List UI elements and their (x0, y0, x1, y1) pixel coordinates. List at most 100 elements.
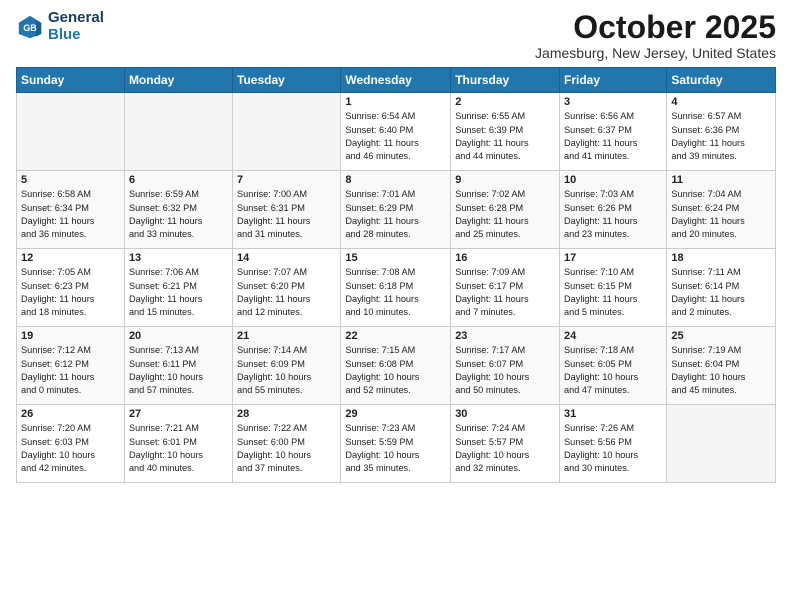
calendar-cell (17, 93, 125, 171)
calendar-cell: 17Sunrise: 7:10 AMSunset: 6:15 PMDayligh… (560, 249, 667, 327)
weekday-header-monday: Monday (124, 68, 232, 93)
day-info: Sunrise: 7:00 AMSunset: 6:31 PMDaylight:… (237, 188, 336, 241)
day-info: Sunrise: 7:11 AMSunset: 6:14 PMDaylight:… (671, 266, 771, 319)
day-number: 11 (671, 174, 771, 186)
day-info: Sunrise: 6:57 AMSunset: 6:36 PMDaylight:… (671, 110, 771, 163)
day-info: Sunrise: 6:56 AMSunset: 6:37 PMDaylight:… (564, 110, 662, 163)
day-number: 13 (129, 252, 228, 264)
calendar-cell: 9Sunrise: 7:02 AMSunset: 6:28 PMDaylight… (451, 171, 560, 249)
day-number: 16 (455, 252, 555, 264)
day-number: 4 (671, 96, 771, 108)
calendar-week-1: 1 Sunrise: 6:54 AMSunset: 6:40 PMDaylight… (17, 93, 776, 171)
day-number: 29 (345, 408, 446, 420)
calendar-week-4: 19Sunrise: 7:12 AMSunset: 6:12 PMDayligh… (17, 327, 776, 405)
logo-text: General Blue (48, 10, 104, 43)
calendar-cell: 18 Sunrise: 7:11 AMSunset: 6:14 PMDayligh… (667, 249, 776, 327)
calendar-cell (233, 93, 341, 171)
day-info: Sunrise: 7:19 AMSunset: 6:04 PMDaylight:… (671, 344, 771, 397)
day-number: 8 (345, 174, 446, 186)
day-info: Sunrise: 7:14 AMSunset: 6:09 PMDaylight:… (237, 344, 336, 397)
day-info: Sunrise: 7:04 AMSunset: 6:24 PMDaylight:… (671, 188, 771, 241)
calendar-cell: 22Sunrise: 7:15 AMSunset: 6:08 PMDayligh… (341, 327, 451, 405)
day-number: 17 (564, 252, 662, 264)
weekday-header-thursday: Thursday (451, 68, 560, 93)
calendar-cell: 13Sunrise: 7:06 AMSunset: 6:21 PMDayligh… (124, 249, 232, 327)
calendar-cell: 3Sunrise: 6:56 AMSunset: 6:37 PMDaylight… (560, 93, 667, 171)
svg-text:GB: GB (23, 23, 37, 33)
calendar-week-3: 12Sunrise: 7:05 AMSunset: 6:23 PMDayligh… (17, 249, 776, 327)
weekday-header-friday: Friday (560, 68, 667, 93)
calendar-cell: 8 Sunrise: 7:01 AMSunset: 6:29 PMDaylight… (341, 171, 451, 249)
day-info: Sunrise: 7:26 AMSunset: 5:56 PMDaylight:… (564, 422, 662, 475)
calendar-cell: 27 Sunrise: 7:21 AMSunset: 6:01 PMDayligh… (124, 405, 232, 483)
day-number: 25 (671, 330, 771, 342)
day-info: Sunrise: 7:05 AMSunset: 6:23 PMDaylight:… (21, 266, 120, 319)
location: Jamesburg, New Jersey, United States (535, 45, 776, 61)
day-number: 10 (564, 174, 662, 186)
calendar-cell (124, 93, 232, 171)
day-info: Sunrise: 7:22 AMSunset: 6:00 PMDaylight:… (237, 422, 336, 475)
logo: GB General Blue (16, 10, 104, 43)
day-info: Sunrise: 7:13 AMSunset: 6:11 PMDaylight:… (129, 344, 228, 397)
calendar-cell: 29 Sunrise: 7:23 AMSunset: 5:59 PMDayligh… (341, 405, 451, 483)
calendar-cell: 20 Sunrise: 7:13 AMSunset: 6:11 PMDayligh… (124, 327, 232, 405)
day-number: 30 (455, 408, 555, 420)
day-number: 5 (21, 174, 120, 186)
page-container: GB General Blue October 2025 Jamesburg, … (0, 0, 792, 493)
calendar-cell: 19Sunrise: 7:12 AMSunset: 6:12 PMDayligh… (17, 327, 125, 405)
calendar-cell: 23 Sunrise: 7:17 AMSunset: 6:07 PMDayligh… (451, 327, 560, 405)
calendar-cell: 14Sunrise: 7:07 AMSunset: 6:20 PMDayligh… (233, 249, 341, 327)
day-number: 1 (345, 96, 446, 108)
day-info: Sunrise: 7:15 AMSunset: 6:08 PMDaylight:… (345, 344, 446, 397)
day-number: 20 (129, 330, 228, 342)
day-number: 27 (129, 408, 228, 420)
day-number: 23 (455, 330, 555, 342)
weekday-header-wednesday: Wednesday (341, 68, 451, 93)
day-info: Sunrise: 7:01 AMSunset: 6:29 PMDaylight:… (345, 188, 446, 241)
day-info: Sunrise: 7:03 AMSunset: 6:26 PMDaylight:… (564, 188, 662, 241)
calendar-cell: 21 Sunrise: 7:14 AMSunset: 6:09 PMDayligh… (233, 327, 341, 405)
day-info: Sunrise: 7:24 AMSunset: 5:57 PMDaylight:… (455, 422, 555, 475)
day-number: 2 (455, 96, 555, 108)
calendar-cell: 30 Sunrise: 7:24 AMSunset: 5:57 PMDayligh… (451, 405, 560, 483)
day-info: Sunrise: 7:21 AMSunset: 6:01 PMDaylight:… (129, 422, 228, 475)
calendar-cell (667, 405, 776, 483)
weekday-header-sunday: Sunday (17, 68, 125, 93)
calendar-cell: 25 Sunrise: 7:19 AMSunset: 6:04 PMDayligh… (667, 327, 776, 405)
day-info: Sunrise: 7:08 AMSunset: 6:18 PMDaylight:… (345, 266, 446, 319)
day-number: 14 (237, 252, 336, 264)
calendar-cell: 24Sunrise: 7:18 AMSunset: 6:05 PMDayligh… (560, 327, 667, 405)
header: GB General Blue October 2025 Jamesburg, … (16, 10, 776, 61)
day-number: 9 (455, 174, 555, 186)
calendar-cell: 7 Sunrise: 7:00 AMSunset: 6:31 PMDaylight… (233, 171, 341, 249)
day-info: Sunrise: 7:09 AMSunset: 6:17 PMDaylight:… (455, 266, 555, 319)
calendar-cell: 2 Sunrise: 6:55 AMSunset: 6:39 PMDaylight… (451, 93, 560, 171)
calendar-cell: 12Sunrise: 7:05 AMSunset: 6:23 PMDayligh… (17, 249, 125, 327)
calendar-cell: 15Sunrise: 7:08 AMSunset: 6:18 PMDayligh… (341, 249, 451, 327)
calendar-cell: 4 Sunrise: 6:57 AMSunset: 6:36 PMDaylight… (667, 93, 776, 171)
day-info: Sunrise: 6:58 AMSunset: 6:34 PMDaylight:… (21, 188, 120, 241)
day-number: 19 (21, 330, 120, 342)
day-info: Sunrise: 6:54 AMSunset: 6:40 PMDaylight:… (345, 110, 446, 163)
calendar-week-2: 5 Sunrise: 6:58 AMSunset: 6:34 PMDaylight… (17, 171, 776, 249)
calendar-cell: 31 Sunrise: 7:26 AMSunset: 5:56 PMDayligh… (560, 405, 667, 483)
calendar-table: SundayMondayTuesdayWednesdayThursdayFrid… (16, 67, 776, 483)
day-info: Sunrise: 6:59 AMSunset: 6:32 PMDaylight:… (129, 188, 228, 241)
day-number: 7 (237, 174, 336, 186)
day-info: Sunrise: 7:17 AMSunset: 6:07 PMDaylight:… (455, 344, 555, 397)
calendar-cell: 5 Sunrise: 6:58 AMSunset: 6:34 PMDaylight… (17, 171, 125, 249)
day-number: 31 (564, 408, 662, 420)
calendar-header-row: SundayMondayTuesdayWednesdayThursdayFrid… (17, 68, 776, 93)
day-number: 18 (671, 252, 771, 264)
calendar-cell: 11 Sunrise: 7:04 AMSunset: 6:24 PMDayligh… (667, 171, 776, 249)
title-block: October 2025 Jamesburg, New Jersey, Unit… (535, 10, 776, 61)
day-info: Sunrise: 6:55 AMSunset: 6:39 PMDaylight:… (455, 110, 555, 163)
day-info: Sunrise: 7:18 AMSunset: 6:05 PMDaylight:… (564, 344, 662, 397)
day-info: Sunrise: 7:23 AMSunset: 5:59 PMDaylight:… (345, 422, 446, 475)
calendar-cell: 1 Sunrise: 6:54 AMSunset: 6:40 PMDaylight… (341, 93, 451, 171)
calendar-week-5: 26Sunrise: 7:20 AMSunset: 6:03 PMDayligh… (17, 405, 776, 483)
day-number: 6 (129, 174, 228, 186)
day-number: 26 (21, 408, 120, 420)
logo-icon: GB (16, 13, 44, 41)
day-number: 21 (237, 330, 336, 342)
